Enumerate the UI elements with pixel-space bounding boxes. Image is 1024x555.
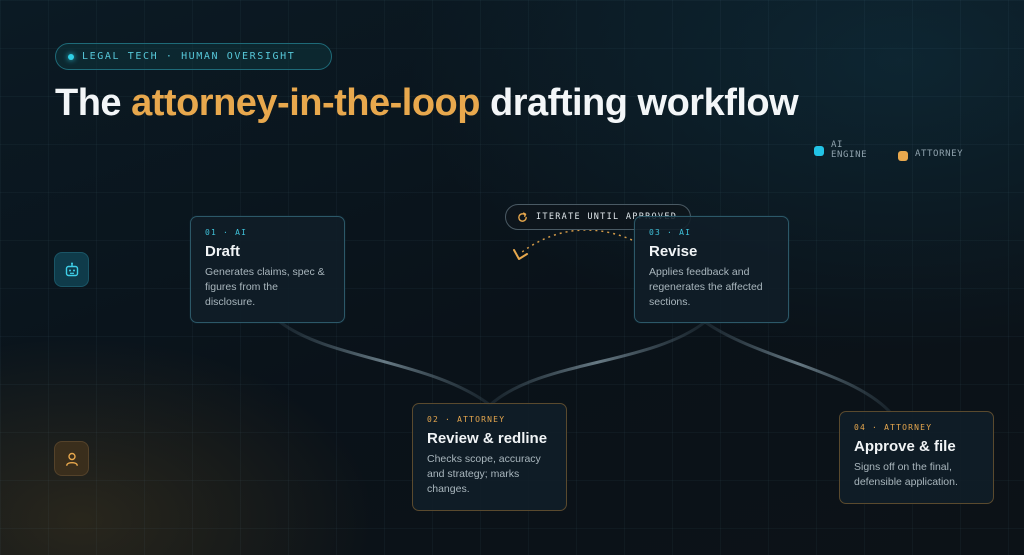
step-number: 02 · ATTORNEY (427, 415, 506, 424)
refresh-icon (518, 211, 527, 222)
legend-ai-label-1: AI (831, 140, 844, 150)
connector-review-revise (488, 320, 706, 407)
connector-revise-approve (704, 320, 892, 414)
step-title: Revise (649, 243, 698, 260)
step-description: Signs off on the final, defensible appli… (854, 461, 958, 488)
legend-attorney: ATTORNEY (898, 149, 963, 161)
step-title: Draft (205, 243, 241, 260)
step-description: Applies feedback and regenerates the aff… (649, 266, 763, 308)
step-description: Generates claims, spec & figures from th… (205, 266, 325, 308)
person-icon (65, 452, 78, 466)
title-accent: attorney-in-the-loop (131, 82, 480, 124)
page-title: The attorney-in-the-loop drafting workfl… (55, 82, 799, 125)
title-after: drafting workflow (479, 82, 799, 124)
legend-ai: AI ENGINE (814, 140, 867, 160)
badge-dot-icon (68, 53, 74, 60)
step-card-review: 02 · ATTORNEY Review & redline Checks sc… (412, 403, 567, 511)
legend-ai-label-2: ENGINE (831, 150, 868, 160)
title-before: The (55, 82, 132, 124)
step-title: Approve & file (854, 438, 956, 455)
step-card-approve: 04 · ATTORNEY Approve & file Signs off o… (839, 411, 994, 504)
step-description: Checks scope, accuracy and strategy; mar… (427, 453, 541, 495)
legend-attorney-label: ATTORNEY (915, 149, 964, 159)
step-title: Review & redline (427, 430, 548, 447)
step-card-draft: 01 · AI Draft Generates claims, spec & f… (190, 216, 345, 323)
loop-arrowhead (513, 249, 528, 260)
step-number: 03 · AI (649, 228, 692, 237)
legend-attorney-swatch (898, 151, 908, 161)
ai-lane-badge (54, 252, 89, 287)
step-card-revise: 03 · AI Revise Applies feedback and rege… (634, 216, 789, 323)
robot-icon (65, 262, 78, 276)
badge-label: LEGAL TECH · HUMAN OVERSIGHT (82, 51, 296, 62)
step-number: 01 · AI (205, 228, 248, 237)
connector-draft-review (279, 320, 491, 407)
step-number: 04 · ATTORNEY (854, 423, 933, 432)
loop-arrow (521, 229, 633, 253)
attorney-lane-badge (54, 441, 89, 476)
category-badge: LEGAL TECH · HUMAN OVERSIGHT (55, 43, 332, 70)
legend-ai-swatch (814, 146, 824, 156)
